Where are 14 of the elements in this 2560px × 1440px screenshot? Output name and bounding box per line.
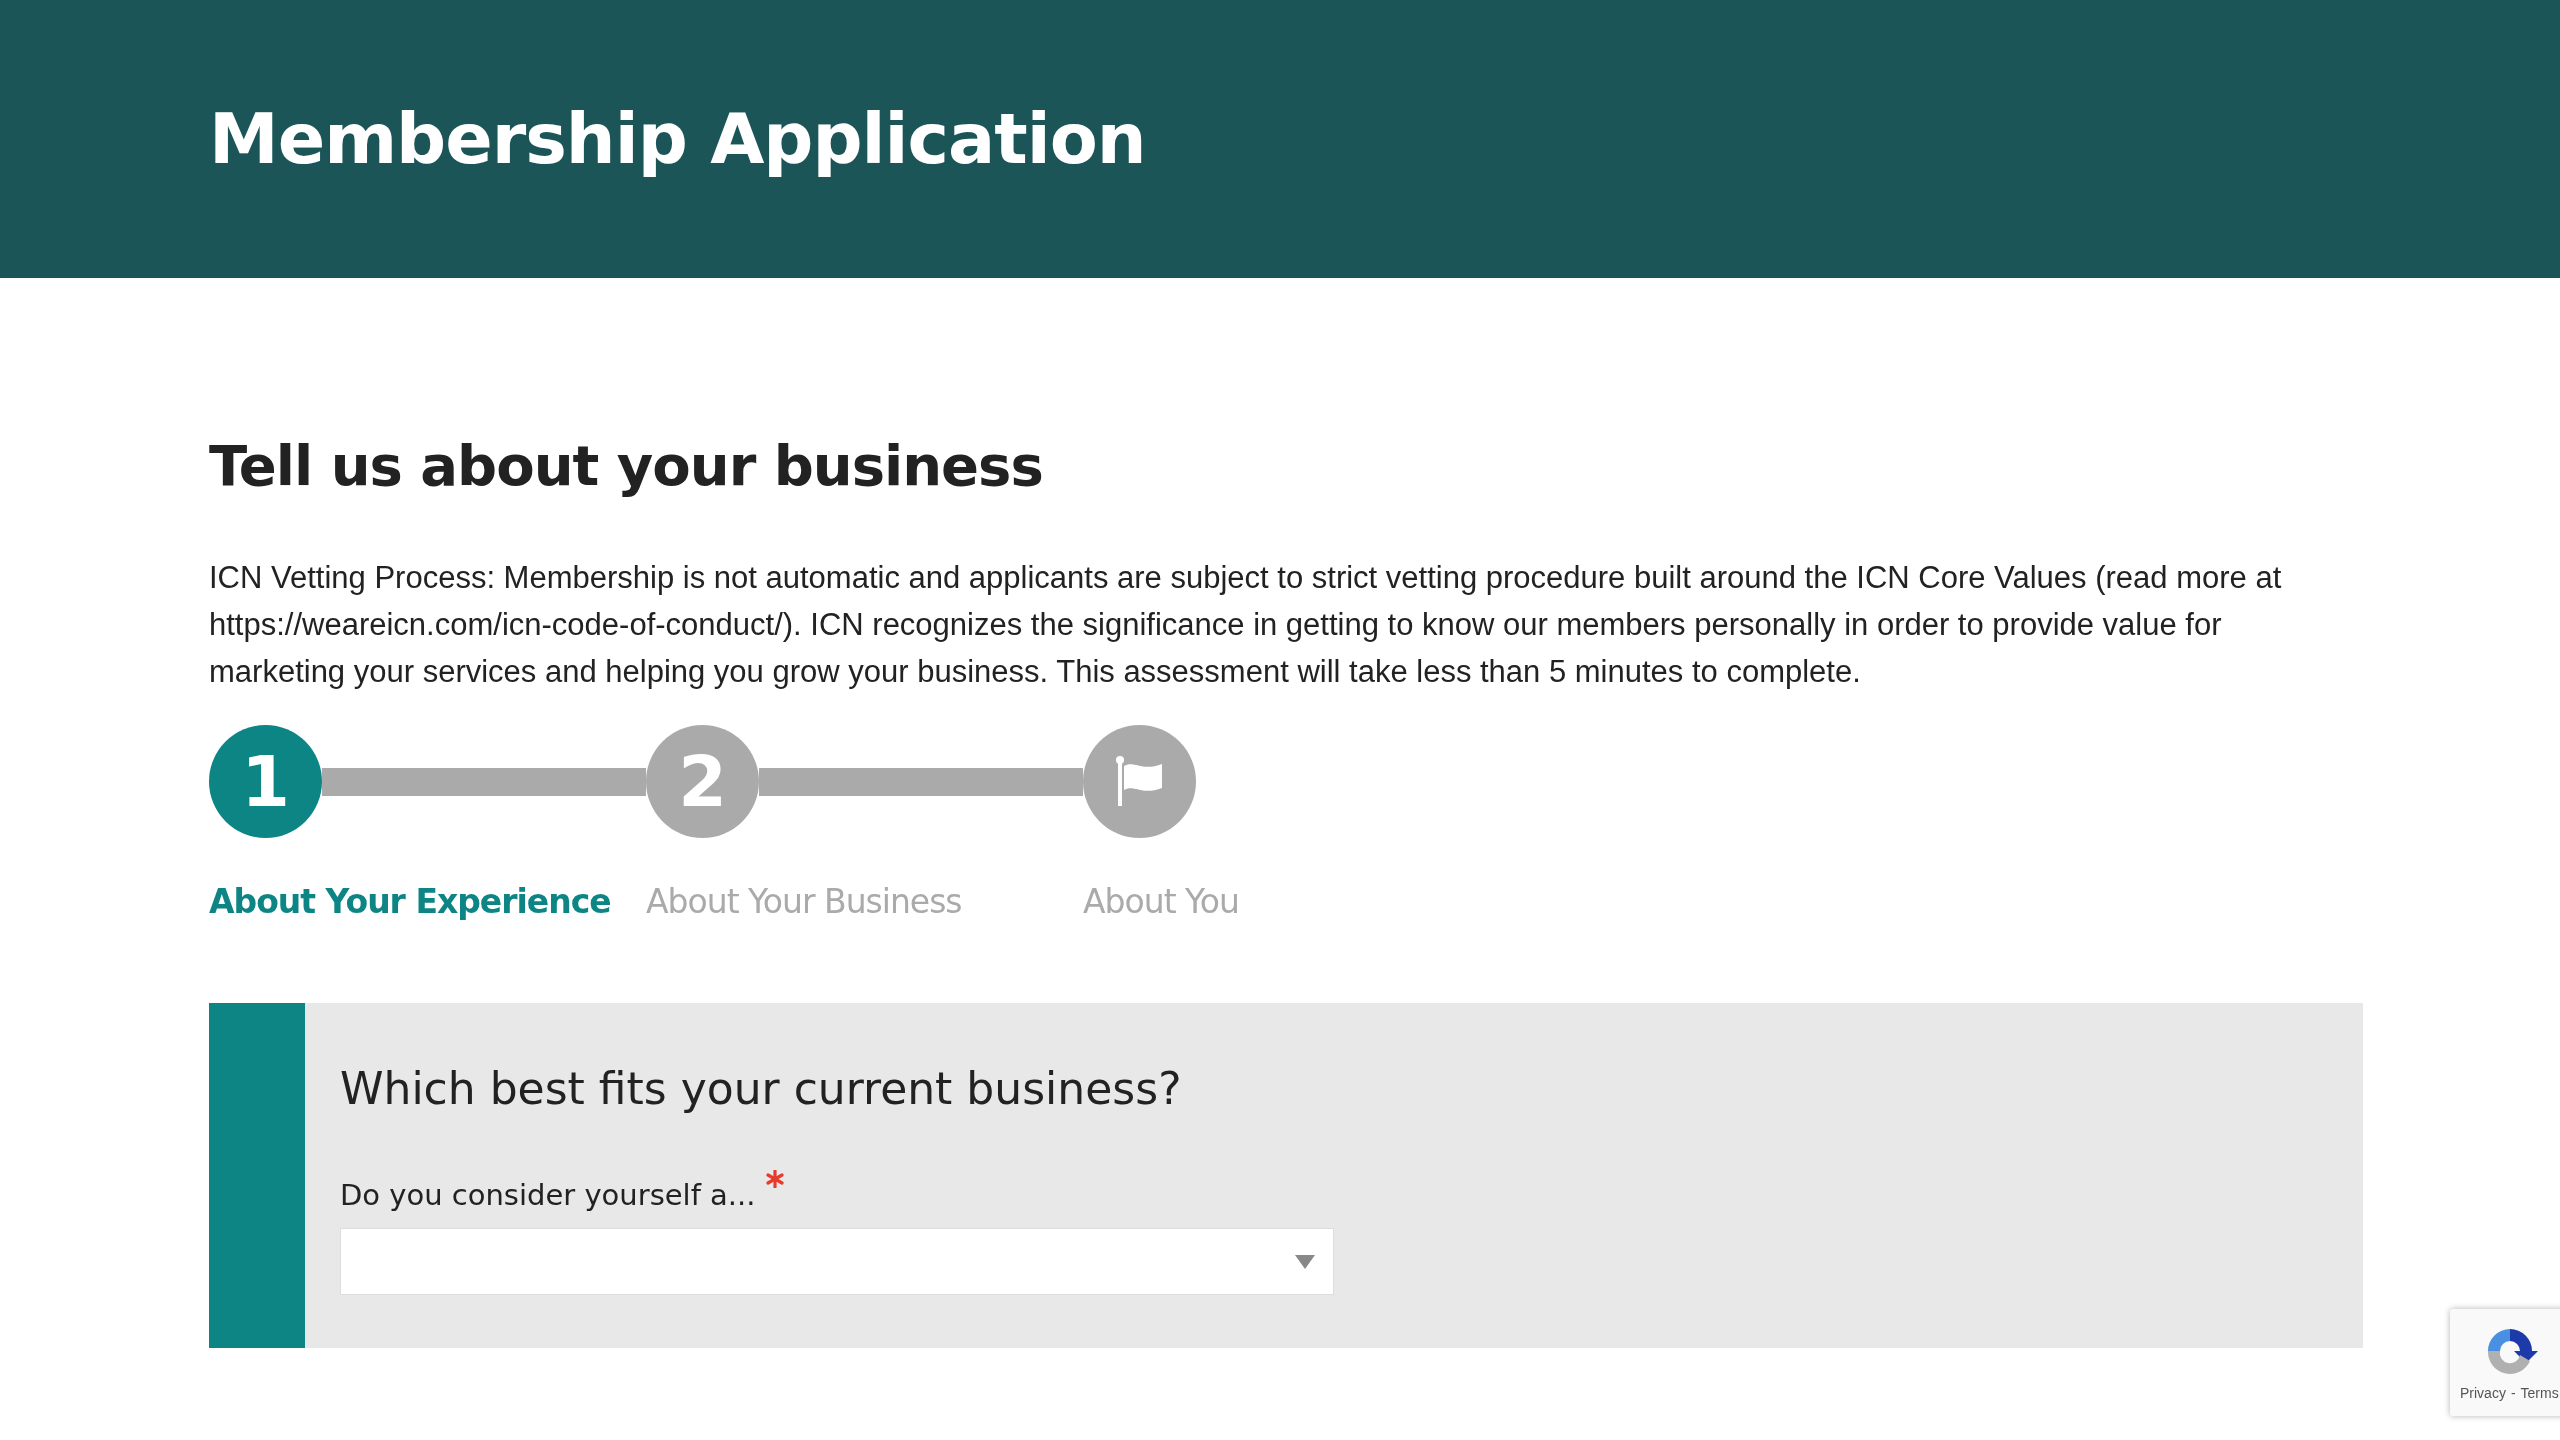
caret-icon — [1295, 1254, 1315, 1269]
separator: - — [2510, 1385, 2516, 1401]
step-number: 2 — [646, 725, 759, 838]
page-title: Membership Application — [209, 98, 1146, 180]
step-label: About Your Business — [646, 882, 963, 921]
footer-link[interactable]: Privacy — [2460, 1385, 2506, 1401]
intro-paragraph: ICN Vetting Process: Membership is not automatic and applicants are subject to strict vetting procedure built around the ICN Core Values (read more at https://weareicn.com/icn-code-of-conduct/). ICN recognizes the significance in getting to know our members personally in order to provide value for marketing your services and helping you grow your business. This assessment will take less than 5 minutes to complete. — [209, 559, 2283, 691]
field-label: Do you consider yourself a... — [340, 1178, 756, 1212]
dropdown-field[interactable] — [340, 1228, 1334, 1295]
step-number: 1 — [209, 725, 322, 838]
step-label: About Your Experience — [209, 882, 612, 921]
footer-link[interactable]: Terms — [2520, 1385, 2559, 1401]
step-label: About You — [1083, 882, 1239, 921]
question-title: Which best fits your current business? — [340, 1063, 1183, 1114]
